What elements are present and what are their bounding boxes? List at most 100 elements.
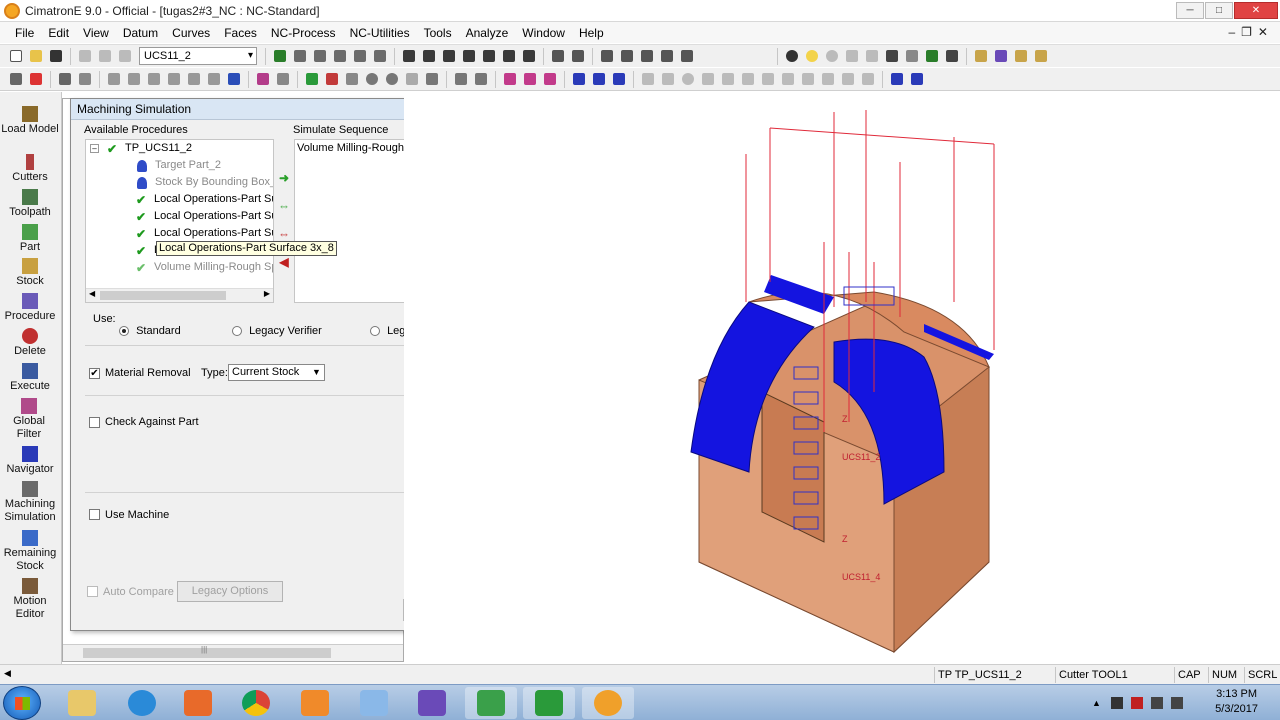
mdi-window-controls[interactable]: –❐✕ [1229, 25, 1275, 39]
tree-item[interactable]: ✔ Local Operations-Part Surf [136, 225, 273, 242]
tree-root-row[interactable]: – ✔ TP_UCS11_2 [90, 140, 192, 157]
render-icon[interactable] [568, 48, 587, 65]
chevron-down-icon[interactable]: ▼ [310, 366, 323, 379]
axis-3-icon[interactable] [609, 71, 628, 88]
tool-12-icon[interactable] [858, 71, 877, 88]
legacy-options-button[interactable]: Legacy Options [177, 581, 283, 602]
tool-5-icon[interactable] [718, 71, 737, 88]
menu-help[interactable]: Help [572, 26, 611, 40]
forward-icon[interactable] [862, 48, 881, 65]
check-against-part-checkbox[interactable] [89, 417, 100, 428]
collapse-icon[interactable]: – [90, 144, 99, 153]
draft-icon[interactable] [471, 71, 490, 88]
delete-button[interactable]: Delete [0, 328, 60, 358]
process-tree-hscrollbar[interactable]: ||| [63, 644, 403, 661]
tree-scroll-thumb[interactable] [100, 291, 226, 300]
global-filter-button[interactable]: Global Filter [0, 398, 58, 441]
motion-editor-button[interactable]: Motion Editor [0, 578, 60, 621]
scroll-right-icon[interactable]: ▶ [264, 289, 270, 298]
surface-2-icon[interactable] [520, 71, 539, 88]
part-button[interactable]: Part [0, 224, 60, 254]
taskbar-ie[interactable] [116, 687, 168, 719]
stock-button[interactable]: Stock [0, 258, 60, 288]
color-icon[interactable] [907, 71, 926, 88]
load-model-button[interactable]: Load Model [0, 106, 60, 136]
menu-faces[interactable]: Faces [217, 26, 264, 40]
tool-4-icon[interactable] [698, 71, 717, 88]
paste-icon[interactable] [115, 48, 134, 65]
taskbar-explorer[interactable] [56, 687, 108, 719]
taskbar-cimatron-3[interactable] [582, 687, 634, 719]
use-standard-radio[interactable]: Standard [119, 325, 181, 337]
tool-3-icon[interactable] [678, 71, 697, 88]
surface-3-icon[interactable] [540, 71, 559, 88]
back-icon[interactable] [842, 48, 861, 65]
tree-item[interactable]: ✔ Local Operations-Part Surf [136, 191, 273, 208]
wireframe-icon[interactable] [617, 48, 636, 65]
rotate-icon[interactable] [370, 48, 389, 65]
pick-icon[interactable] [6, 71, 25, 88]
light-bulb-icon[interactable] [782, 48, 801, 65]
pan-icon[interactable] [350, 48, 369, 65]
select-icon[interactable] [55, 71, 74, 88]
auto-compare-checkbox[interactable] [87, 586, 98, 597]
axis-2-icon[interactable] [589, 71, 608, 88]
delete-icon[interactable] [26, 71, 45, 88]
offset-icon[interactable] [184, 71, 203, 88]
copy-icon[interactable] [95, 48, 114, 65]
taskbar-paint[interactable] [348, 687, 400, 719]
shade-icon[interactable] [597, 48, 616, 65]
view-left-icon[interactable] [479, 48, 498, 65]
origin-icon[interactable] [887, 71, 906, 88]
navigator-button[interactable]: Navigator [0, 446, 60, 476]
graphics-viewport[interactable]: Z UCS11_2 Z UCS11_4 [404, 92, 1280, 664]
zoom-all-icon[interactable] [290, 48, 309, 65]
menu-edit[interactable]: Edit [41, 26, 76, 40]
settings-icon[interactable] [942, 48, 961, 65]
measure-icon[interactable] [253, 71, 272, 88]
tree-item[interactable]: Stock By Bounding Box_3 [136, 174, 273, 191]
layers-icon[interactable] [882, 48, 901, 65]
minimize-button[interactable]: ─ [1176, 2, 1204, 19]
menu-nc-process[interactable]: NC-Process [264, 26, 343, 40]
tool-10-icon[interactable] [818, 71, 837, 88]
arc-icon[interactable] [144, 71, 163, 88]
section-view-icon[interactable] [548, 48, 567, 65]
nc-sphere-icon[interactable] [362, 71, 381, 88]
menu-file[interactable]: File [8, 26, 41, 40]
point-icon[interactable] [104, 71, 123, 88]
close-button[interactable]: ✕ [1234, 2, 1278, 19]
trim-icon[interactable] [204, 71, 223, 88]
tree-item[interactable]: ✔ Volume Milling-Rough Spir [136, 259, 273, 276]
analyze-icon[interactable] [273, 71, 292, 88]
view-back-icon[interactable] [519, 48, 538, 65]
cut-icon[interactable] [75, 48, 94, 65]
tool-7-icon[interactable] [758, 71, 777, 88]
panel-2-icon[interactable] [991, 48, 1010, 65]
nc-post-icon[interactable] [422, 71, 441, 88]
line-icon[interactable] [124, 71, 143, 88]
surface-1-icon[interactable] [500, 71, 519, 88]
system-clock[interactable]: 3:13 PM 5/3/2017 [1215, 687, 1258, 717]
filter-icon[interactable] [677, 48, 696, 65]
axis-1-icon[interactable] [569, 71, 588, 88]
tree-item[interactable]: Target Part_2 [136, 157, 221, 174]
panel-4-icon[interactable] [1031, 48, 1050, 65]
view-front-icon[interactable] [439, 48, 458, 65]
new-file-icon[interactable] [6, 48, 25, 65]
tray-volume-icon[interactable] [1170, 697, 1183, 709]
taskbar-cimatron-1[interactable] [465, 687, 517, 719]
type-select[interactable]: Current Stock ▼ [228, 364, 325, 381]
grid-icon[interactable] [224, 71, 243, 88]
toolpath-button[interactable]: Toolpath [0, 189, 60, 219]
menu-view[interactable]: View [76, 26, 116, 40]
tree-icon[interactable] [922, 48, 941, 65]
ucs-select[interactable]: UCS11_2 [139, 47, 257, 65]
add-all-arrows-icon[interactable]: ⇔ [277, 200, 291, 212]
menu-tools[interactable]: Tools [417, 26, 459, 40]
machining-simulation-button[interactable]: Machining Simulation [0, 481, 60, 524]
start-button[interactable] [3, 686, 41, 720]
use-legacy-verifier-radio[interactable]: Legacy Verifier [232, 325, 322, 337]
remaining-stock-button[interactable]: Remaining Stock [0, 530, 60, 573]
menu-nc-utilities[interactable]: NC-Utilities [343, 26, 417, 40]
